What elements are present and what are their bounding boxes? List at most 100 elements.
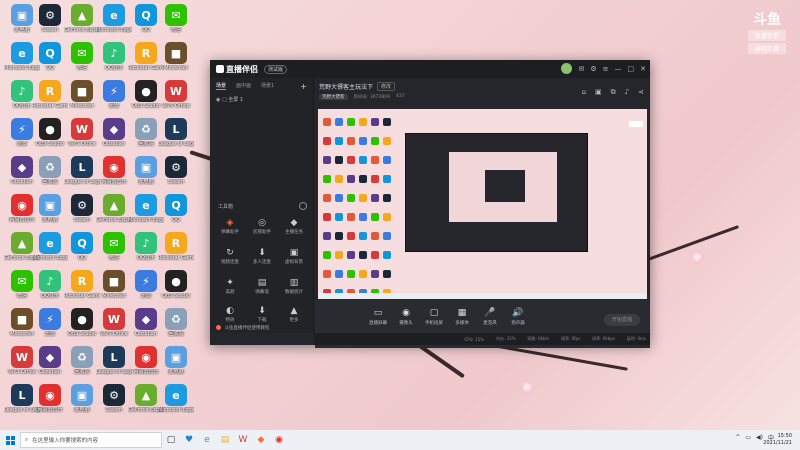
tray-up-icon[interactable]: ^ [735, 434, 740, 441]
desktop-icon[interactable]: ■ Minecraft [96, 270, 132, 299]
scene-item[interactable]: ◉ ▢ 全屏 1 [210, 94, 313, 105]
desktop-icon[interactable]: ◆ Obsidian [96, 118, 132, 147]
control-button[interactable]: ◉ 摄像头 [393, 308, 419, 326]
eye-icon[interactable]: ◉ [216, 97, 220, 103]
volume-icon[interactable]: ◀) [756, 434, 763, 441]
share-icon[interactable]: ⋖ [638, 88, 644, 97]
add-scene-icon[interactable]: + [300, 82, 307, 91]
wps-taskbar-icon[interactable]: W [234, 431, 252, 449]
desktop-icon[interactable]: RRockstar Games [158, 232, 194, 261]
desktop-icon[interactable]: ◆ Obsidian [32, 346, 68, 375]
menu-icon[interactable]: ≡ [603, 65, 609, 73]
toolbox-item[interactable]: ⬇ 多人连麦 [248, 248, 276, 265]
toolbox-toggle-icon[interactable] [299, 202, 307, 210]
lock-icon[interactable]: ▢ [222, 97, 227, 103]
desktop-icon[interactable]: ♪ QQ音乐 [96, 42, 132, 71]
desktop-icon[interactable]: ♪ QQ音乐 [32, 270, 68, 299]
control-button[interactable]: ▭ 直播屏幕 [365, 308, 391, 326]
desktop-icon[interactable]: ▲GeForce Experience [96, 194, 132, 223]
desktop-icon[interactable]: ♻ 回收站 [158, 308, 194, 337]
user-avatar[interactable] [561, 63, 573, 74]
douyu-taskbar-icon[interactable]: ◆ [252, 431, 270, 449]
desktop-icon[interactable]: ◉ 网易云音乐 [96, 156, 132, 185]
desktop-icon[interactable]: W WPS Office [64, 118, 100, 147]
desktop-icon[interactable]: ● OBS Studio [64, 308, 100, 337]
desktop-icon[interactable]: ▣ 此电脑 [32, 194, 68, 223]
desktop-icon[interactable]: ■ Minecraft [64, 80, 100, 109]
desktop-icon[interactable]: ⚙ Steam [32, 4, 68, 33]
bag-icon[interactable]: ▣ [595, 88, 602, 97]
desktop-icon[interactable]: RRockstar Games [64, 270, 100, 299]
edge-taskbar-icon[interactable]: e [198, 431, 216, 449]
desktop-icon[interactable]: ⚡ 迅雷 [32, 308, 68, 337]
toolbox-item[interactable]: ✦ 美颜 [216, 278, 244, 295]
toolbox-item[interactable]: ◈ 弹幕助手 [216, 218, 244, 235]
desktop-icon[interactable]: W WPS Office [158, 80, 194, 109]
desktop-icon[interactable]: W WPS Office [96, 308, 132, 337]
tab-scene[interactable]: 场景 [216, 82, 227, 90]
desktop-icon[interactable]: Q QQ [158, 194, 194, 223]
desktop-icon[interactable]: ⚡ 迅雷 [96, 80, 132, 109]
desktop-icon[interactable]: RRockstar Games [32, 80, 68, 109]
message-icon[interactable]: ✉ [578, 65, 584, 73]
desktop-icon[interactable]: ⚙ Steam [96, 384, 132, 413]
stream-preview[interactable] [318, 109, 647, 299]
toolbox-item[interactable]: ↻ 视频连麦 [216, 248, 244, 265]
desktop-icon[interactable]: LLeague of Legends [64, 156, 100, 185]
tutorial-footnote[interactable]: 斗鱼直播伴侣使用教程 [210, 323, 314, 333]
start-live-button[interactable]: 开始直播 [604, 314, 640, 326]
desktop-icon[interactable]: LLeague of Legends [96, 346, 132, 375]
taskbar-clock[interactable]: 15:50 2021/11/21 [763, 433, 792, 447]
toolbox-item[interactable]: ▣ 虚拟背景 [280, 248, 308, 265]
control-button[interactable]: ▦ 多媒体 [449, 308, 475, 326]
toolbox-item[interactable]: ◐ 特效 [216, 306, 244, 323]
desktop-icon[interactable]: ■ Minecraft [158, 42, 194, 71]
desktop-icon[interactable]: LLeague of Legends [158, 118, 194, 147]
desktop-icon[interactable]: e Microsoft Edge [96, 4, 132, 33]
toolbox-item[interactable]: ▲ 更多 [280, 306, 308, 323]
task-view-icon[interactable]: ▢ [162, 431, 180, 449]
toolbox-item[interactable]: ▥ 数据统计 [280, 278, 308, 295]
toolbox-item[interactable]: ◎ 房管助手 [248, 218, 276, 235]
netease-taskbar-icon[interactable]: ◉ [270, 431, 288, 449]
close-icon[interactable]: ✕ [640, 65, 646, 73]
share-screen-icon[interactable]: ⧉ [611, 88, 616, 97]
tab-scene1[interactable]: 场景1 [261, 82, 274, 90]
desktop-icon[interactable]: ✉ 微信 [158, 4, 194, 33]
desktop-icon[interactable]: ▣ 此电脑 [64, 384, 100, 413]
desktop-icon[interactable]: ♻ 回收站 [32, 156, 68, 185]
control-button[interactable]: 🔊 扬声器 [505, 308, 531, 326]
desktop-icon[interactable]: ✉ 微信 [64, 42, 100, 71]
gift-icon[interactable]: ⌂ [582, 88, 586, 97]
toolbox-item[interactable]: ◆ 主播任务 [280, 218, 308, 235]
minimize-icon[interactable]: — [615, 65, 622, 73]
desktop-icon[interactable]: ● OBS Studio [158, 270, 194, 299]
toolbox-item[interactable]: ⬇ 下载 [248, 306, 276, 323]
edit-room-button[interactable]: 修改 [377, 82, 396, 91]
start-button[interactable] [0, 430, 20, 450]
desktop-icon[interactable]: ⚙ Steam [64, 194, 100, 223]
desktop-icon[interactable]: Q QQ [64, 232, 100, 261]
desktop-icon[interactable]: ♻ 回收站 [64, 346, 100, 375]
settings-icon[interactable]: ⚙ [590, 65, 596, 73]
room-category[interactable]: 荒野大镖客 [319, 94, 348, 100]
taskbar-search[interactable]: ⌕ 在这里输入你要搜索的内容 [20, 432, 162, 448]
control-button[interactable]: ▢ 手机投屏 [421, 308, 447, 326]
network-icon[interactable]: ▭ [745, 434, 751, 441]
control-button[interactable]: 🎤 麦克风 [477, 308, 503, 326]
desktop-icon[interactable]: e Microsoft Edge [158, 384, 194, 413]
desktop-icon[interactable]: ◉ 网易云音乐 [32, 384, 68, 413]
maximize-icon[interactable]: □ [628, 65, 635, 73]
explorer-taskbar-icon[interactable]: ▤ [216, 431, 234, 449]
bell-icon[interactable]: ♪ [625, 88, 629, 97]
desktop-icon[interactable]: e Microsoft Edge [32, 232, 68, 261]
desktop-icon[interactable]: ▲GeForce Experience [64, 4, 100, 33]
tab-pip[interactable]: 画中画 [236, 82, 251, 90]
desktop-icon[interactable]: ▣ 此电脑 [158, 346, 194, 375]
desktop-icon[interactable]: ⚙ Steam [158, 156, 194, 185]
toolbox-item[interactable]: ▤ 弹幕墙 [248, 278, 276, 295]
desktop-icon[interactable]: ● OBS Studio [32, 118, 68, 147]
desktop-icon[interactable]: Q QQ [32, 42, 68, 71]
desktop-icon[interactable]: ✉ 微信 [96, 232, 132, 261]
heart-app-icon[interactable]: ♥ [180, 431, 198, 449]
